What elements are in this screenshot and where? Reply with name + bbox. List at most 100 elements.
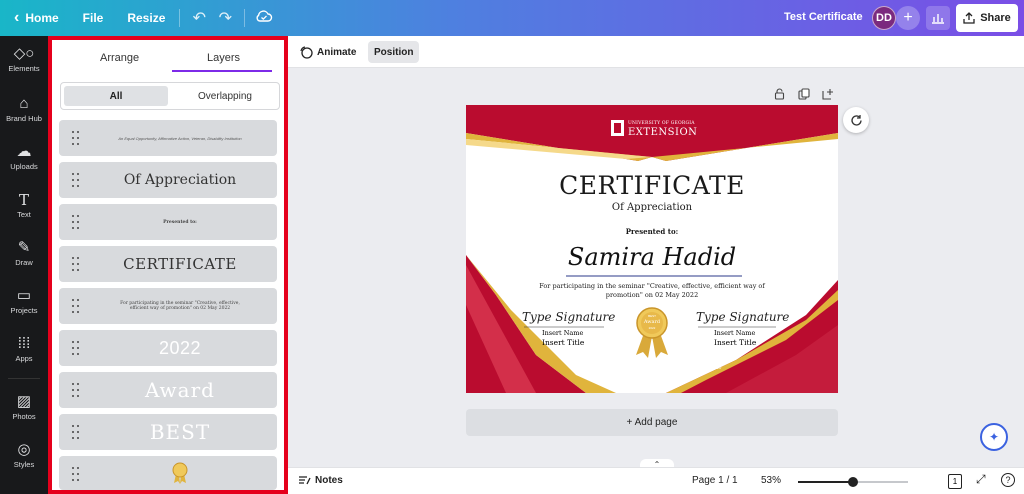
rail-item-apps[interactable]: ⁞⁞⁞ Apps <box>0 336 48 364</box>
drag-handle-icon[interactable] <box>72 173 80 187</box>
page-count-button[interactable]: 1 <box>948 474 962 489</box>
layer-item[interactable]: An Equal Opportunity, Affirmative Action… <box>59 120 277 156</box>
notes-label: Notes <box>315 475 343 486</box>
file-menu-button[interactable]: File <box>75 6 112 30</box>
medal-award-text: Award <box>643 319 661 325</box>
undo-icon[interactable]: ↶ <box>186 8 212 28</box>
layer-item[interactable] <box>59 456 277 490</box>
layer-item[interactable]: Award <box>59 372 277 408</box>
drag-handle-icon[interactable] <box>72 467 80 481</box>
layer-label: Presented to: <box>163 219 197 225</box>
resize-button[interactable]: Resize <box>119 6 173 30</box>
add-collaborator-button[interactable]: + <box>896 6 920 30</box>
animate-button[interactable]: Animate <box>294 41 362 63</box>
filter-overlapping-button[interactable]: Overlapping <box>173 86 277 106</box>
rail-item-uploads[interactable]: ☁ Uploads <box>0 144 48 172</box>
signature-left-script: Type Signature <box>522 310 616 324</box>
signature-left-title: Insert Title <box>542 338 585 347</box>
filter-all-button[interactable]: All <box>64 86 168 106</box>
layer-item[interactable]: Presented to: <box>59 204 277 240</box>
rail-item-elements[interactable]: ◇○ Elements <box>0 45 48 74</box>
notes-icon <box>299 476 311 485</box>
magic-assistant-button[interactable]: ✦ <box>980 423 1008 451</box>
layer-item[interactable]: CERTIFICATE <box>59 246 277 282</box>
layer-item[interactable]: 2022 <box>59 330 277 366</box>
notes-button[interactable]: Notes <box>298 475 343 486</box>
add-page-icon[interactable] <box>822 88 834 103</box>
rail-item-text[interactable]: T Text <box>0 192 48 219</box>
rail-item-projects[interactable]: ▭ Projects <box>0 287 48 316</box>
home-button[interactable]: ‹ Home <box>6 6 67 30</box>
share-upload-icon <box>963 12 975 24</box>
rail-label: Brand Hub <box>6 114 42 123</box>
cloud-saved-icon[interactable] <box>251 9 277 28</box>
medal-thumbnail-icon <box>172 462 188 484</box>
redo-icon[interactable]: ↷ <box>212 8 238 28</box>
drag-handle-icon[interactable] <box>72 425 80 439</box>
position-button[interactable]: Position <box>368 41 420 63</box>
zoom-slider-rest <box>854 481 908 483</box>
drag-handle-icon[interactable] <box>72 215 80 229</box>
rail-label: Projects <box>10 306 38 315</box>
position-panel: Arrange Layers All Overlapping An Equal … <box>48 36 288 494</box>
draw-pen-icon: ✎ <box>17 239 31 256</box>
layer-label: BEST <box>149 420 211 444</box>
avatar[interactable]: DD <box>872 6 896 30</box>
zoom-slider-handle[interactable] <box>848 477 858 487</box>
certificate-page[interactable]: UNIVERSITY OF GEORGIA EXTENSION CERTIFIC… <box>466 105 838 393</box>
layer-item[interactable]: For participating in the seminar "Creati… <box>59 288 277 324</box>
layer-label: For participating in the seminar "Creati… <box>120 301 240 311</box>
rail-item-brand-hub[interactable]: ⌂ Brand Hub <box>0 96 48 124</box>
panel-tabs: Arrange Layers <box>52 40 284 72</box>
duplicate-page-icon[interactable] <box>798 88 810 103</box>
folder-icon: ▭ <box>16 287 32 304</box>
left-sidebar-rail: ◇○ Elements ⌂ Brand Hub ☁ Uploads T Text… <box>0 36 48 494</box>
insights-button[interactable] <box>926 6 950 30</box>
rail-item-styles[interactable]: ◎ Styles <box>0 441 48 470</box>
presented-to: Presented to: <box>625 227 679 236</box>
tab-layers[interactable]: Layers <box>207 52 240 64</box>
chevron-left-icon: ‹ <box>14 9 20 26</box>
drag-handle-icon[interactable] <box>72 131 80 145</box>
certificate-title: CERTIFICATE <box>559 171 745 200</box>
rail-label: Styles <box>13 460 35 469</box>
recipient-name: Samira Hadid <box>567 243 737 271</box>
layer-label: CERTIFICATE <box>123 255 237 273</box>
drag-handle-icon[interactable] <box>72 383 80 397</box>
signature-left-name: Insert Name <box>542 329 584 337</box>
drag-handle-icon[interactable] <box>72 341 80 355</box>
share-button[interactable]: Share <box>956 4 1018 32</box>
rail-label: Photos <box>12 412 36 421</box>
layer-label: Of Appreciation <box>123 172 237 188</box>
layer-item[interactable]: BEST <box>59 414 277 450</box>
rail-item-photos[interactable]: ▨ Photos <box>0 393 48 422</box>
refresh-comment-button[interactable] <box>843 107 869 133</box>
medal-best-text: BEST <box>648 314 656 318</box>
add-page-button[interactable]: + Add page <box>466 409 838 436</box>
page-indicator[interactable]: Page 1 / 1 <box>692 475 738 486</box>
tab-arrange[interactable]: Arrange <box>100 52 139 64</box>
elements-icon: ◇○ <box>13 45 35 62</box>
palette-icon: ◎ <box>17 441 31 458</box>
home-label: Home <box>25 11 59 25</box>
drag-handle-icon[interactable] <box>72 257 80 271</box>
photo-icon: ▨ <box>16 393 32 410</box>
rail-label: Text <box>17 210 31 219</box>
document-title[interactable]: Test Certificate <box>784 11 863 23</box>
toolbar-divider <box>179 9 181 27</box>
lock-icon[interactable] <box>774 88 785 103</box>
drag-handle-icon[interactable] <box>72 299 80 313</box>
active-tab-indicator <box>172 70 272 72</box>
rail-label: Apps <box>15 354 33 363</box>
certificate-body-line-2: promotion" on 02 May 2022 <box>605 291 699 299</box>
medal-year-text: 2022 <box>648 326 656 330</box>
fullscreen-icon[interactable]: ⤢ <box>976 472 986 487</box>
org-line-1: UNIVERSITY OF GEORGIA <box>628 121 695 126</box>
rail-label: Uploads <box>10 162 38 171</box>
top-bar: ‹ Home File Resize ↶ ↷ Test Certificate … <box>0 0 1024 36</box>
layer-item[interactable]: Of Appreciation <box>59 162 277 198</box>
help-icon[interactable]: ? <box>1001 473 1015 487</box>
comment-refresh-icon <box>850 114 862 126</box>
zoom-percent[interactable]: 53% <box>761 475 781 486</box>
rail-item-draw[interactable]: ✎ Draw <box>0 239 48 268</box>
